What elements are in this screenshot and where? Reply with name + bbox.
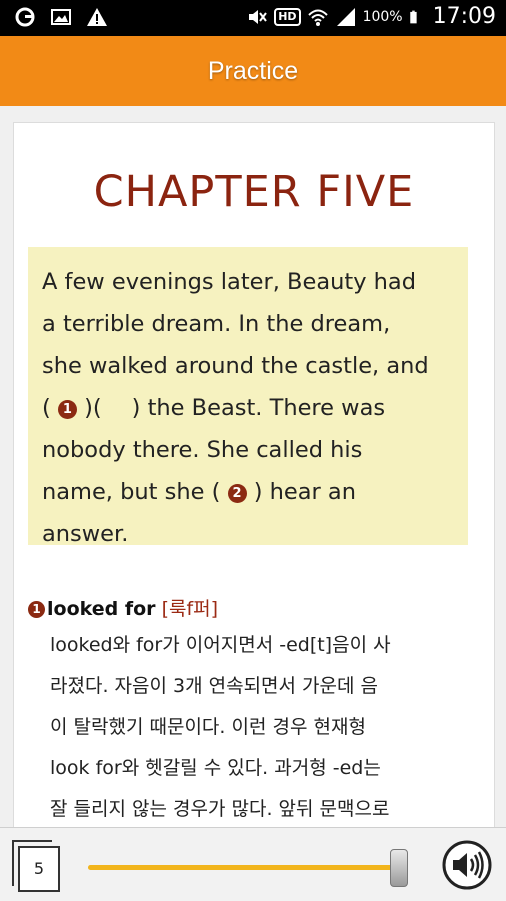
g-app-icon [15, 7, 35, 27]
passage-line: nobody there. She called his [42, 437, 363, 463]
passage-line: answer. [42, 521, 129, 547]
content-card: CHAPTER FIVE A few evenings later, Beaut… [13, 122, 495, 843]
note-body: looked와 for가 이어지면서 -ed[t]음이 사 라졌다. 자음이 3… [50, 625, 488, 830]
note-line: look for와 헷갈릴 수 있다. 과거형 -ed는 [50, 757, 381, 779]
page-number: 5 [18, 846, 60, 892]
note-number-badge: 1 [28, 601, 45, 618]
battery-percent: 100% [362, 8, 403, 25]
clock: 17:09 [432, 4, 496, 29]
note-pronunciation: [룩f퍼] [161, 598, 219, 620]
passage-text: ( [42, 395, 58, 421]
passage-line: A few evenings later, Beauty had [42, 269, 416, 295]
note-line: 라졌다. 자음이 3개 연속되면서 가운데 음 [50, 675, 379, 697]
signal-icon [336, 7, 355, 26]
note-header: 1 looked for [룩f퍼] [28, 595, 488, 623]
mute-icon [249, 9, 268, 24]
battery-icon [409, 10, 417, 23]
explanation-note: 1 looked for [룩f퍼] looked와 for가 이어지면서 -ed… [28, 595, 488, 830]
slider-thumb[interactable] [390, 849, 408, 887]
speaker-icon[interactable] [442, 840, 492, 890]
image-icon [51, 9, 71, 25]
hd-icon: HD [274, 7, 301, 26]
bottom-toolbar: 5 [0, 827, 506, 901]
note-line: 이 탈락했기 때문이다. 이런 경우 현재형 [50, 716, 366, 738]
passage-line: ( 1 )( ) the Beast. There was [42, 387, 468, 429]
passage-text: ) the Beast. There was [131, 395, 386, 421]
note-term: looked for [47, 598, 156, 620]
page-selector-button[interactable]: 5 [12, 840, 60, 892]
warning-icon [87, 8, 107, 26]
blank-number-badge[interactable]: 2 [227, 484, 247, 503]
passage-line: name, but she ( 2 ) hear an [42, 471, 468, 513]
app-header: Practice [0, 36, 506, 106]
status-bar: HD 100% 17:09 [0, 0, 506, 36]
passage-text: ) hear an [246, 479, 356, 505]
wifi-icon [307, 9, 328, 26]
slider-fill [88, 865, 408, 870]
blank-number-badge[interactable]: 1 [57, 400, 77, 419]
note-line: looked와 for가 이어지면서 -ed[t]음이 사 [50, 634, 391, 656]
passage-text: )( [76, 395, 102, 421]
passage-line: a terrible dream. In the dream, [42, 311, 391, 337]
progress-slider[interactable] [88, 849, 408, 887]
passage-box: A few evenings later, Beauty had a terri… [28, 247, 468, 547]
passage-line: she walked around the castle, and [42, 353, 429, 379]
page-title: Practice [207, 56, 299, 85]
passage-text: name, but she ( [42, 479, 228, 505]
chapter-title: CHAPTER FIVE [93, 167, 415, 217]
note-line: 잘 들리지 않는 경우가 많다. 앞뒤 문맥으로 [50, 798, 390, 820]
